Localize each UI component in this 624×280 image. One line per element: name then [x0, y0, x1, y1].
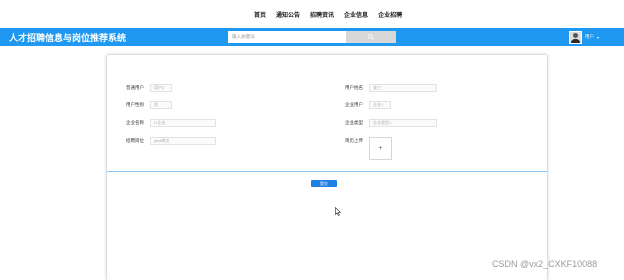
search-input[interactable]: 输入关键词 [228, 31, 346, 43]
form-card: 普通用户 用户2 用户性别 男 企业名称 IT企业 招聘岗位 java岗位 用户… [107, 55, 547, 280]
search-bar: 输入关键词 [228, 31, 396, 43]
search-button[interactable] [346, 31, 396, 43]
company-name-field[interactable]: IT企业 [150, 119, 216, 127]
label-user-name: 用户姓名 [345, 85, 363, 90]
nav-item-company-info[interactable]: 企业信息 [344, 10, 368, 19]
user-menu[interactable]: 用户 ▾ [569, 30, 599, 44]
plus-icon: + [378, 145, 383, 152]
job-position-field[interactable]: java岗位 [150, 137, 216, 145]
header-banner: 人才招聘信息与岗位推荐系统 输入关键词 用户 ▾ [0, 28, 624, 46]
label-job-position: 招聘岗位 [126, 138, 144, 143]
nav-item-notices[interactable]: 通知公告 [276, 10, 300, 19]
company-type-field[interactable]: 企业类型1 [369, 119, 437, 127]
user-name[interactable]: 用户 [585, 34, 594, 40]
ordinary-user-field[interactable]: 用户2 [150, 84, 172, 92]
chevron-down-icon[interactable]: ▾ [597, 35, 599, 40]
label-resume-upload: 简历上传 [345, 138, 363, 143]
label-company-user: 企业用户 [345, 102, 363, 107]
site-title: 人才招聘信息与岗位推荐系统 [9, 33, 127, 43]
resume-upload-button[interactable]: + [369, 137, 392, 160]
user-name-field[interactable]: 张三 [369, 84, 437, 92]
search-icon [368, 34, 374, 40]
label-company-name: 企业名称 [126, 120, 144, 125]
nav-item-recruitment-news[interactable]: 招聘资讯 [310, 10, 334, 19]
submit-button[interactable]: 提交 [311, 180, 337, 187]
watermark: CSDN @vx2_CXKF10088 [492, 259, 598, 269]
nav-item-home[interactable]: 首页 [254, 10, 266, 19]
label-ordinary-user: 普通用户 [126, 85, 144, 90]
top-navigation: 首页 通知公告 招聘资讯 企业信息 企业招聘 [0, 0, 624, 28]
label-company-type: 企业类型 [345, 120, 363, 125]
company-user-field[interactable]: 企业1 [369, 101, 391, 109]
user-gender-field[interactable]: 男 [150, 101, 172, 109]
mouse-cursor-icon [335, 207, 341, 216]
nav-links: 首页 通知公告 招聘资讯 企业信息 企业招聘 [254, 10, 402, 19]
nav-item-company-recruitment[interactable]: 企业招聘 [378, 10, 402, 19]
divider [107, 171, 547, 172]
label-user-gender: 用户性别 [126, 102, 144, 107]
avatar[interactable] [569, 30, 582, 44]
